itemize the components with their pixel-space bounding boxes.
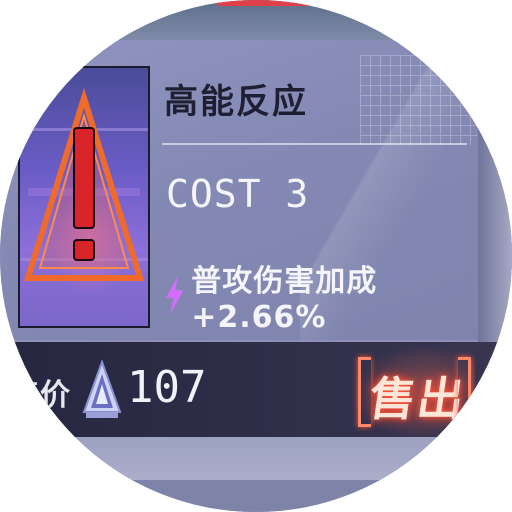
item-icon-frame bbox=[18, 66, 150, 328]
item-cost: COST 3 bbox=[166, 172, 310, 216]
item-name: 高能反应 bbox=[164, 82, 308, 122]
price-value: 107 bbox=[127, 362, 207, 413]
viewport: 高能反应 COST 3 普攻伤害加成 +2.66% 售价 107 售出 bbox=[0, 0, 512, 512]
crystal-icon bbox=[82, 360, 122, 418]
item-effect: 普攻伤害加成 +2.66% bbox=[164, 256, 512, 335]
top-accent bbox=[215, 0, 325, 6]
title-divider bbox=[162, 143, 467, 145]
lightning-bolt-icon bbox=[165, 276, 184, 315]
price-label: 售价 bbox=[10, 378, 70, 413]
sell-button-label: 售出 bbox=[365, 372, 470, 426]
background-floor-strip bbox=[0, 480, 512, 512]
item-effect-text: 普攻伤害加成 +2.66% bbox=[191, 264, 378, 335]
card-grid-decoration bbox=[360, 55, 480, 145]
sell-button[interactable]: 售出 bbox=[350, 345, 475, 440]
sell-bracket-right bbox=[458, 357, 471, 427]
warning-triangle-icon bbox=[20, 87, 148, 281]
